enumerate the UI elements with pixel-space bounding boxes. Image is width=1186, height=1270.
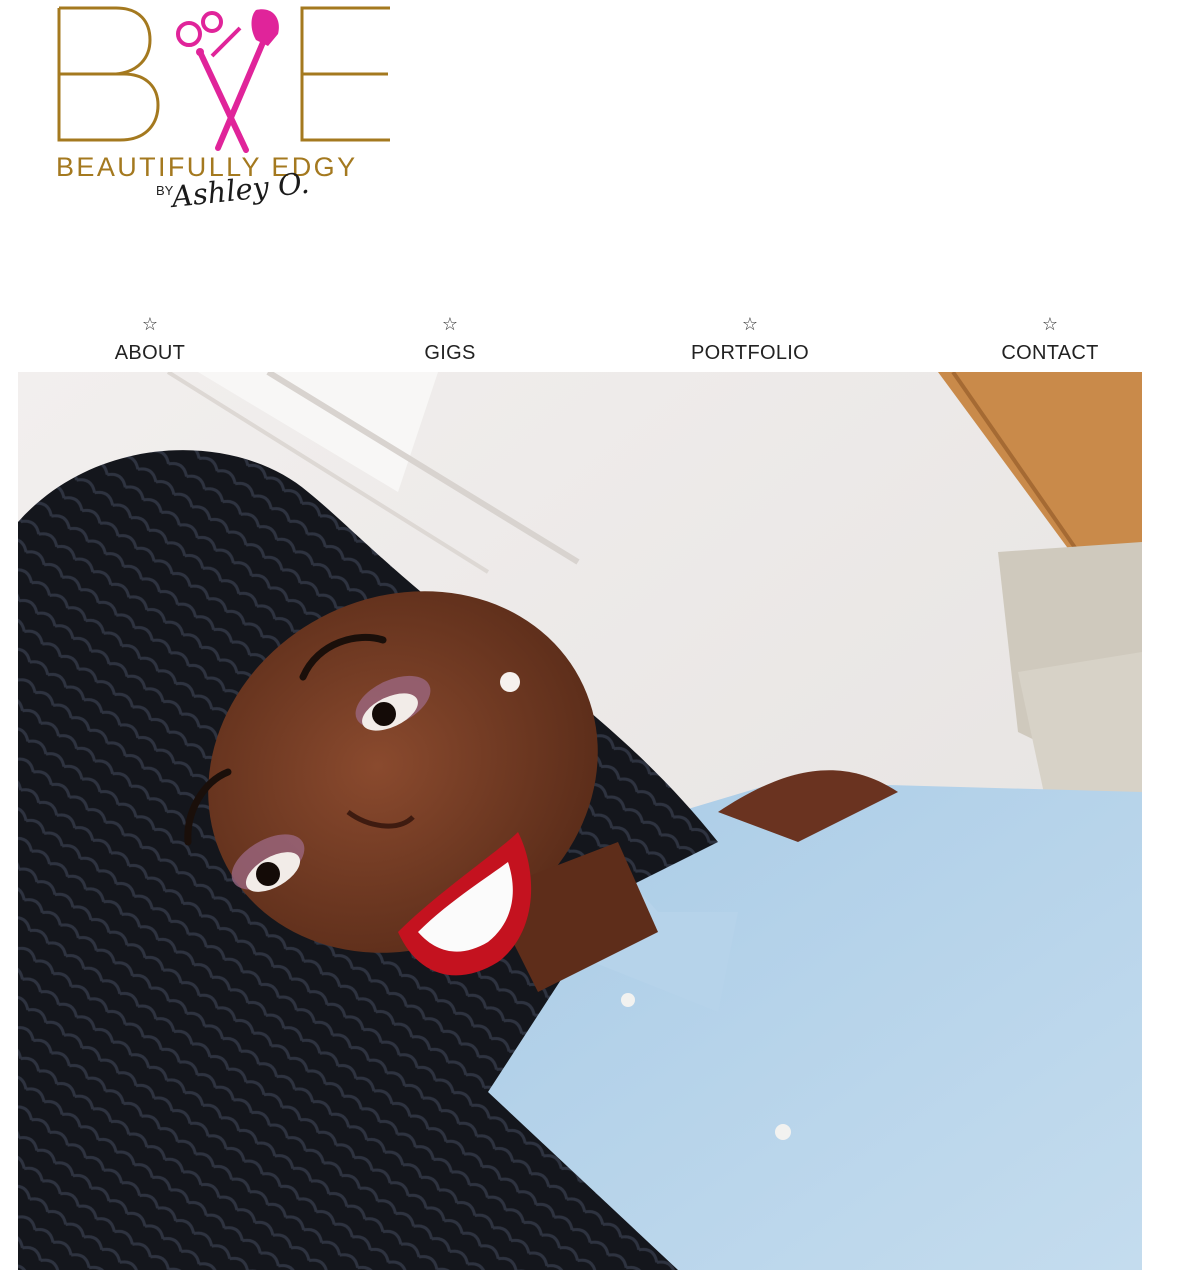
nav-label-portfolio[interactable]: PORTFOLIO xyxy=(650,338,850,368)
portrait-photo xyxy=(18,372,1142,1270)
logo-monogram xyxy=(57,6,390,153)
site-logo[interactable]: BEAUTIFULLY EDGY BY Ashley O. xyxy=(50,0,410,240)
star-icon: ☆ xyxy=(141,314,159,335)
star-icon: ☆ xyxy=(1041,314,1059,335)
nav-label-gigs[interactable]: GIGS xyxy=(350,338,550,368)
nav-label-about[interactable]: ABOUT xyxy=(50,338,250,368)
scissors-and-brush-icon xyxy=(176,9,279,153)
nav-item-portfolio[interactable]: ☆ PORTFOLIO xyxy=(650,312,850,368)
nav-item-contact[interactable]: ☆ CONTACT xyxy=(950,312,1150,368)
star-icon: ☆ xyxy=(741,314,759,335)
nav-item-gigs[interactable]: ☆ GIGS xyxy=(350,312,550,368)
nav-label-contact[interactable]: CONTACT xyxy=(950,338,1150,368)
page: BEAUTIFULLY EDGY BY Ashley O. ☆ ABOUT ☆ … xyxy=(0,0,1186,1270)
hero-photo xyxy=(18,372,1142,1270)
nav-item-about[interactable]: ☆ ABOUT xyxy=(50,312,250,368)
star-icon: ☆ xyxy=(441,314,459,335)
main-nav: ☆ ABOUT ☆ GIGS ☆ PORTFOLIO ☆ CONTACT xyxy=(0,312,1186,372)
